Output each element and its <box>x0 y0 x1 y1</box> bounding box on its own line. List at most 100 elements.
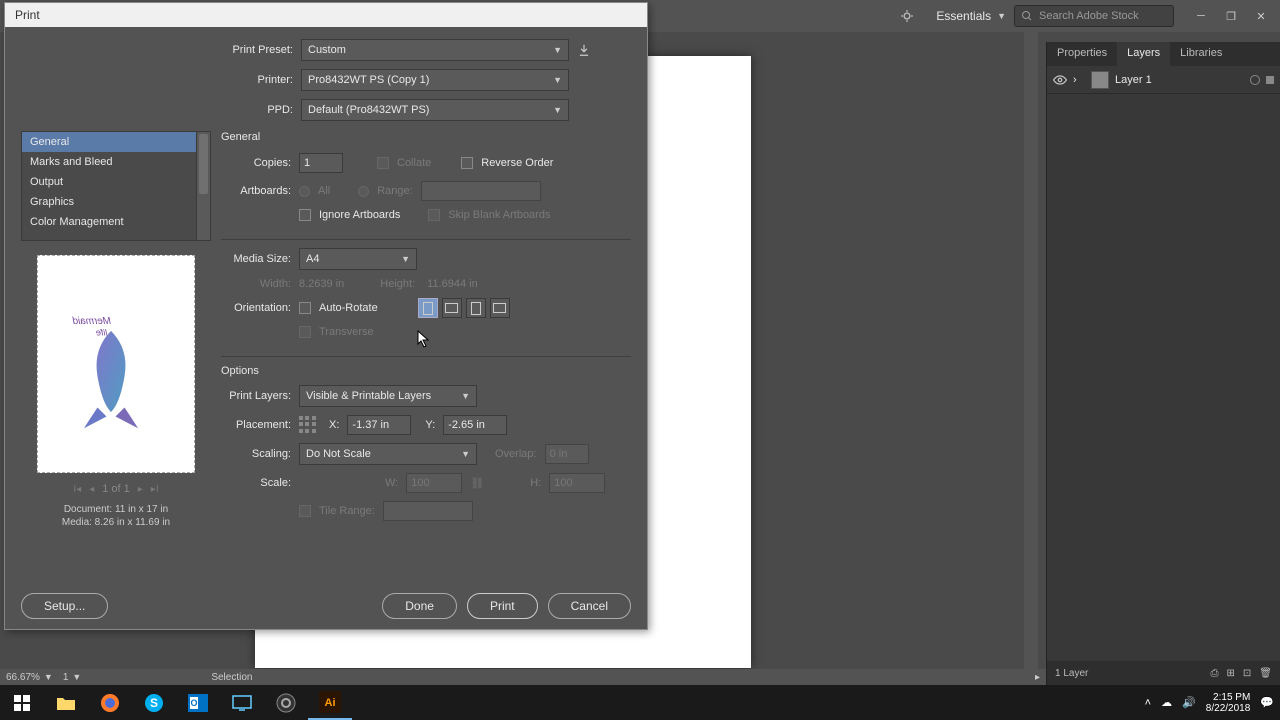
panel-footer-icons: ⎙ ⊞ ⊡ 🗑 <box>1211 668 1272 679</box>
layer-row[interactable]: › Layer 1 <box>1047 66 1280 94</box>
workspace-switcher[interactable]: Essentials ▼ <box>928 5 1014 27</box>
height-value: 11.6944 in <box>427 278 478 290</box>
orientation-portrait-down[interactable] <box>466 298 486 318</box>
monitor-icon[interactable] <box>220 685 264 720</box>
tile-range-input <box>383 501 473 521</box>
ignore-artboards-label: Ignore Artboards <box>319 209 400 221</box>
delete-layer-icon[interactable]: 🗑 <box>1259 668 1272 679</box>
orientation-landscape-left[interactable] <box>442 298 462 318</box>
svg-text:Ai: Ai <box>325 697 336 709</box>
collate-checkbox <box>377 157 389 169</box>
auto-rotate-label: Auto-Rotate <box>319 302 378 314</box>
link-icon: ⛓ <box>470 477 484 490</box>
windows-taskbar: S O Ai ˄ ☁ 🔊 2:15 PM 8/22/2018 💬 <box>0 685 1280 720</box>
obs-icon[interactable] <box>264 685 308 720</box>
target-icon[interactable] <box>1250 75 1260 85</box>
next-page-button[interactable]: ▸ <box>138 484 143 495</box>
zoom-dropdown[interactable]: 66.67%▼ <box>6 672 53 683</box>
new-sublayer-icon[interactable]: ⊞ <box>1227 668 1235 679</box>
artboards-label: Artboards: <box>221 185 291 197</box>
tab-properties[interactable]: Properties <box>1047 42 1117 66</box>
nav-output[interactable]: Output <box>22 172 210 192</box>
print-layers-dropdown[interactable]: Visible & Printable Layers▼ <box>299 385 477 407</box>
ppd-dropdown[interactable]: Default (Pro8432WT PS)▼ <box>301 99 569 121</box>
media-size-dropdown[interactable]: A4▼ <box>299 248 417 270</box>
range-input <box>421 181 541 201</box>
tray-date: 8/22/2018 <box>1206 703 1251 714</box>
printer-dropdown[interactable]: Pro8432WT PS (Copy 1)▼ <box>301 69 569 91</box>
media-size-label: Media Size: <box>221 253 291 265</box>
tray-sound-icon[interactable]: 🔊 <box>1182 696 1196 709</box>
cancel-button[interactable]: Cancel <box>548 593 631 619</box>
minimize-button[interactable]: ─ <box>1186 6 1216 26</box>
print-preset-value: Custom <box>308 44 346 56</box>
nav-general[interactable]: General <box>22 132 210 152</box>
illustrator-icon[interactable]: Ai <box>308 685 352 720</box>
dialog-title: Print <box>5 3 647 27</box>
outlook-icon[interactable]: O <box>176 685 220 720</box>
w-label: W: <box>385 477 398 489</box>
orientation-portrait-up[interactable] <box>418 298 438 318</box>
start-button[interactable] <box>0 685 44 720</box>
nav-marks-bleed[interactable]: Marks and Bleed <box>22 152 210 172</box>
scaling-dropdown[interactable]: Do Not Scale▼ <box>299 443 477 465</box>
printer-label: Printer: <box>21 74 301 86</box>
tab-libraries[interactable]: Libraries <box>1170 42 1232 66</box>
copies-input[interactable] <box>299 153 343 173</box>
panels-dock: Properties Layers Libraries › Layer 1 1 … <box>1046 42 1280 685</box>
select-indicator[interactable] <box>1266 76 1274 84</box>
tile-range-checkbox <box>299 505 311 517</box>
tab-layers[interactable]: Layers <box>1117 42 1170 66</box>
search-stock-input[interactable]: Search Adobe Stock <box>1014 5 1174 27</box>
tray-clock[interactable]: 2:15 PM 8/22/2018 <box>1206 692 1251 714</box>
overlap-input <box>545 444 589 464</box>
skip-blank-checkbox <box>428 209 440 221</box>
save-preset-icon[interactable] <box>575 41 593 59</box>
setup-button[interactable]: Setup... <box>21 593 108 619</box>
new-layer-icon[interactable]: ⊡ <box>1243 668 1251 679</box>
zoom-value: 66.67% <box>6 672 40 683</box>
svg-text:Mermaid: Mermaid <box>72 316 111 327</box>
firefox-icon[interactable] <box>88 685 132 720</box>
y-label: Y: <box>425 419 435 431</box>
nav-scrollbar[interactable] <box>196 132 210 240</box>
first-page-button[interactable]: I◂ <box>73 484 81 495</box>
svg-text:O: O <box>190 698 197 708</box>
print-button[interactable]: Print <box>467 593 538 619</box>
placement-grid[interactable] <box>299 416 317 434</box>
print-preset-dropdown[interactable]: Custom▼ <box>301 39 569 61</box>
collate-label: Collate <box>397 157 431 169</box>
last-page-button[interactable]: ▸I <box>151 484 159 495</box>
done-button[interactable]: Done <box>382 593 457 619</box>
vertical-scrollbar[interactable] <box>1024 32 1038 670</box>
artboard-nav-dropdown[interactable]: 1▼ <box>63 672 81 683</box>
ignore-artboards-checkbox[interactable] <box>299 209 311 221</box>
section-nav-list[interactable]: General Marks and Bleed Output Graphics … <box>21 131 211 241</box>
nav-color-management[interactable]: Color Management <box>22 212 210 232</box>
locate-icon[interactable]: ⎙ <box>1211 668 1219 679</box>
prev-page-button[interactable]: ◂ <box>89 484 94 495</box>
visibility-icon[interactable] <box>1053 73 1067 87</box>
nav-graphics[interactable]: Graphics <box>22 192 210 212</box>
maximize-button[interactable]: ❐ <box>1216 6 1246 26</box>
chevron-down-icon: ▼ <box>997 11 1006 21</box>
close-button[interactable]: ✕ <box>1246 6 1276 26</box>
scaling-value: Do Not Scale <box>306 448 371 460</box>
reverse-order-checkbox[interactable] <box>461 157 473 169</box>
orientation-landscape-right[interactable] <box>490 298 510 318</box>
help-icon[interactable] <box>900 9 914 23</box>
w-input <box>406 473 462 493</box>
tray-cloud-icon[interactable]: ☁ <box>1161 696 1172 709</box>
notification-icon[interactable]: 💬 <box>1260 696 1274 709</box>
x-input[interactable] <box>347 415 411 435</box>
tray-chevron-icon[interactable]: ˄ <box>1145 697 1151 709</box>
printer-value: Pro8432WT PS (Copy 1) <box>308 74 429 86</box>
skype-icon[interactable]: S <box>132 685 176 720</box>
print-layers-label: Print Layers: <box>221 390 291 402</box>
y-input[interactable] <box>443 415 507 435</box>
disclosure-icon[interactable]: › <box>1073 74 1085 86</box>
file-explorer-icon[interactable] <box>44 685 88 720</box>
playback-icon[interactable]: ▸ <box>1035 672 1040 683</box>
auto-rotate-checkbox[interactable] <box>299 302 311 314</box>
print-layers-value: Visible & Printable Layers <box>306 390 431 402</box>
